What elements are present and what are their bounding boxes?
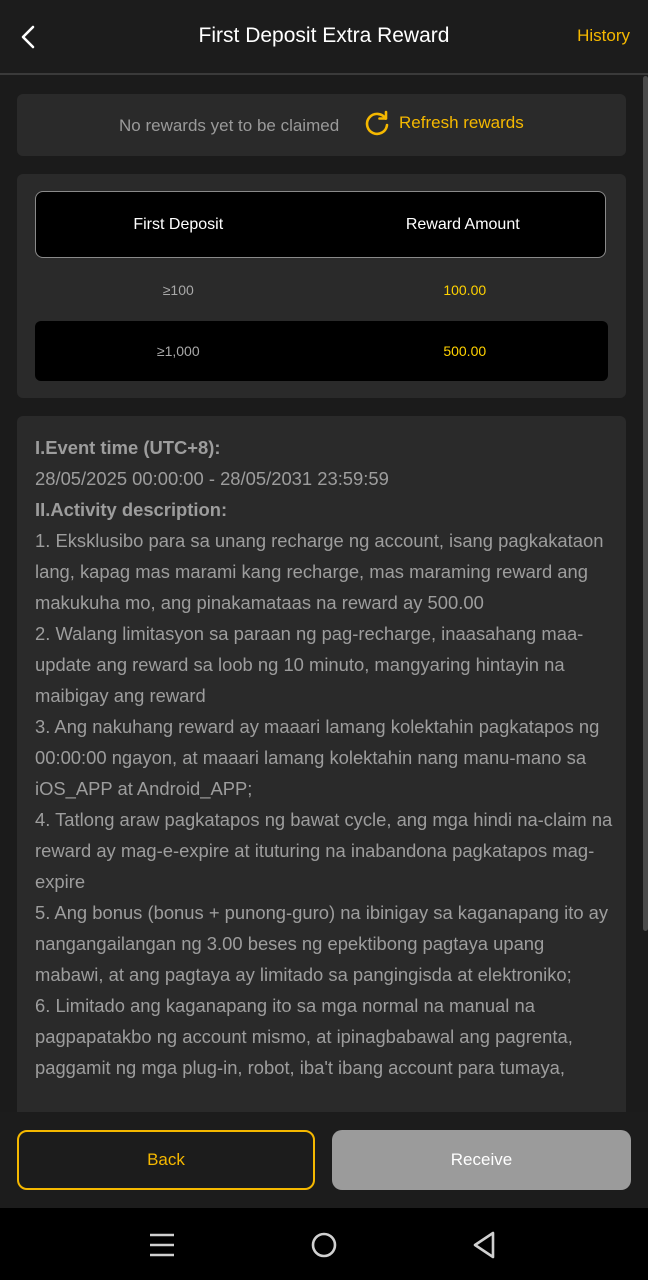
page: First Deposit Extra Reward History No re… — [0, 0, 648, 1280]
chevron-left-icon[interactable] — [14, 22, 44, 52]
menu-icon[interactable] — [145, 1228, 179, 1262]
rule-item: 4. Tatlong araw pagkatapos ng bawat cycl… — [35, 809, 613, 892]
rule-item: 1. Eksklusibo para sa unang recharge ng … — [35, 530, 604, 613]
claim-status-card: No rewards yet to be claimed Refresh rew… — [17, 94, 626, 156]
column-header-first-deposit: First Deposit — [133, 215, 224, 233]
claim-status-text: No rewards yet to be claimed — [119, 116, 340, 135]
event-time-range: 28/05/2025 00:00:00 - 28/05/2031 23:59:5… — [35, 468, 389, 489]
reward-amount: 500.00 — [443, 343, 487, 359]
scrollbar[interactable] — [642, 76, 648, 1112]
triangle-back-icon[interactable] — [468, 1228, 502, 1262]
table-header-row: First Deposit Reward Amount — [35, 191, 606, 258]
scrollbar-thumb[interactable] — [643, 76, 648, 931]
deposit-tier: ≥1,000 — [156, 343, 200, 359]
rule-item: 3. Ang nakuhang reward ay maaari lamang … — [35, 716, 600, 799]
table-row: ≥1,000 500.00 — [35, 321, 608, 381]
rule-item: 6. Limitado ang kaganapang ito sa mga no… — [35, 995, 573, 1078]
back-button[interactable]: Back — [17, 1130, 315, 1190]
event-rules-panel[interactable]: I.Event time (UTC+8): 28/05/2025 00:00:0… — [17, 416, 626, 1136]
action-bar: Back Receive — [0, 1112, 648, 1208]
activity-description-heading: II.Activity description: — [35, 499, 228, 520]
column-header-reward-amount: Reward Amount — [405, 215, 520, 233]
home-circle-icon[interactable] — [307, 1228, 341, 1262]
receive-button[interactable]: Receive — [332, 1130, 631, 1190]
refresh-icon — [365, 110, 389, 136]
rule-item: 2. Walang limitasyon sa paraan ng pag-re… — [35, 623, 584, 706]
top-bar: First Deposit Extra Reward History — [0, 0, 648, 75]
page-title: First Deposit Extra Reward — [198, 24, 450, 47]
history-link[interactable]: History — [577, 26, 630, 46]
system-navigation-bar — [0, 1208, 648, 1280]
refresh-rewards-button[interactable]: Refresh rewards — [363, 108, 524, 138]
refresh-rewards-label: Refresh rewards — [399, 113, 524, 132]
deposit-tier: ≥100 — [162, 282, 194, 298]
event-rules-text: I.Event time (UTC+8): 28/05/2025 00:00:0… — [35, 432, 615, 1083]
rule-item: 5. Ang bonus (bonus + punong-guro) na ib… — [35, 902, 609, 985]
table-row: ≥100 100.00 — [35, 260, 608, 320]
reward-amount: 100.00 — [443, 282, 487, 298]
event-time-heading: I.Event time (UTC+8): — [35, 437, 221, 458]
reward-table: First Deposit Reward Amount ≥100 100.00 … — [17, 174, 626, 398]
